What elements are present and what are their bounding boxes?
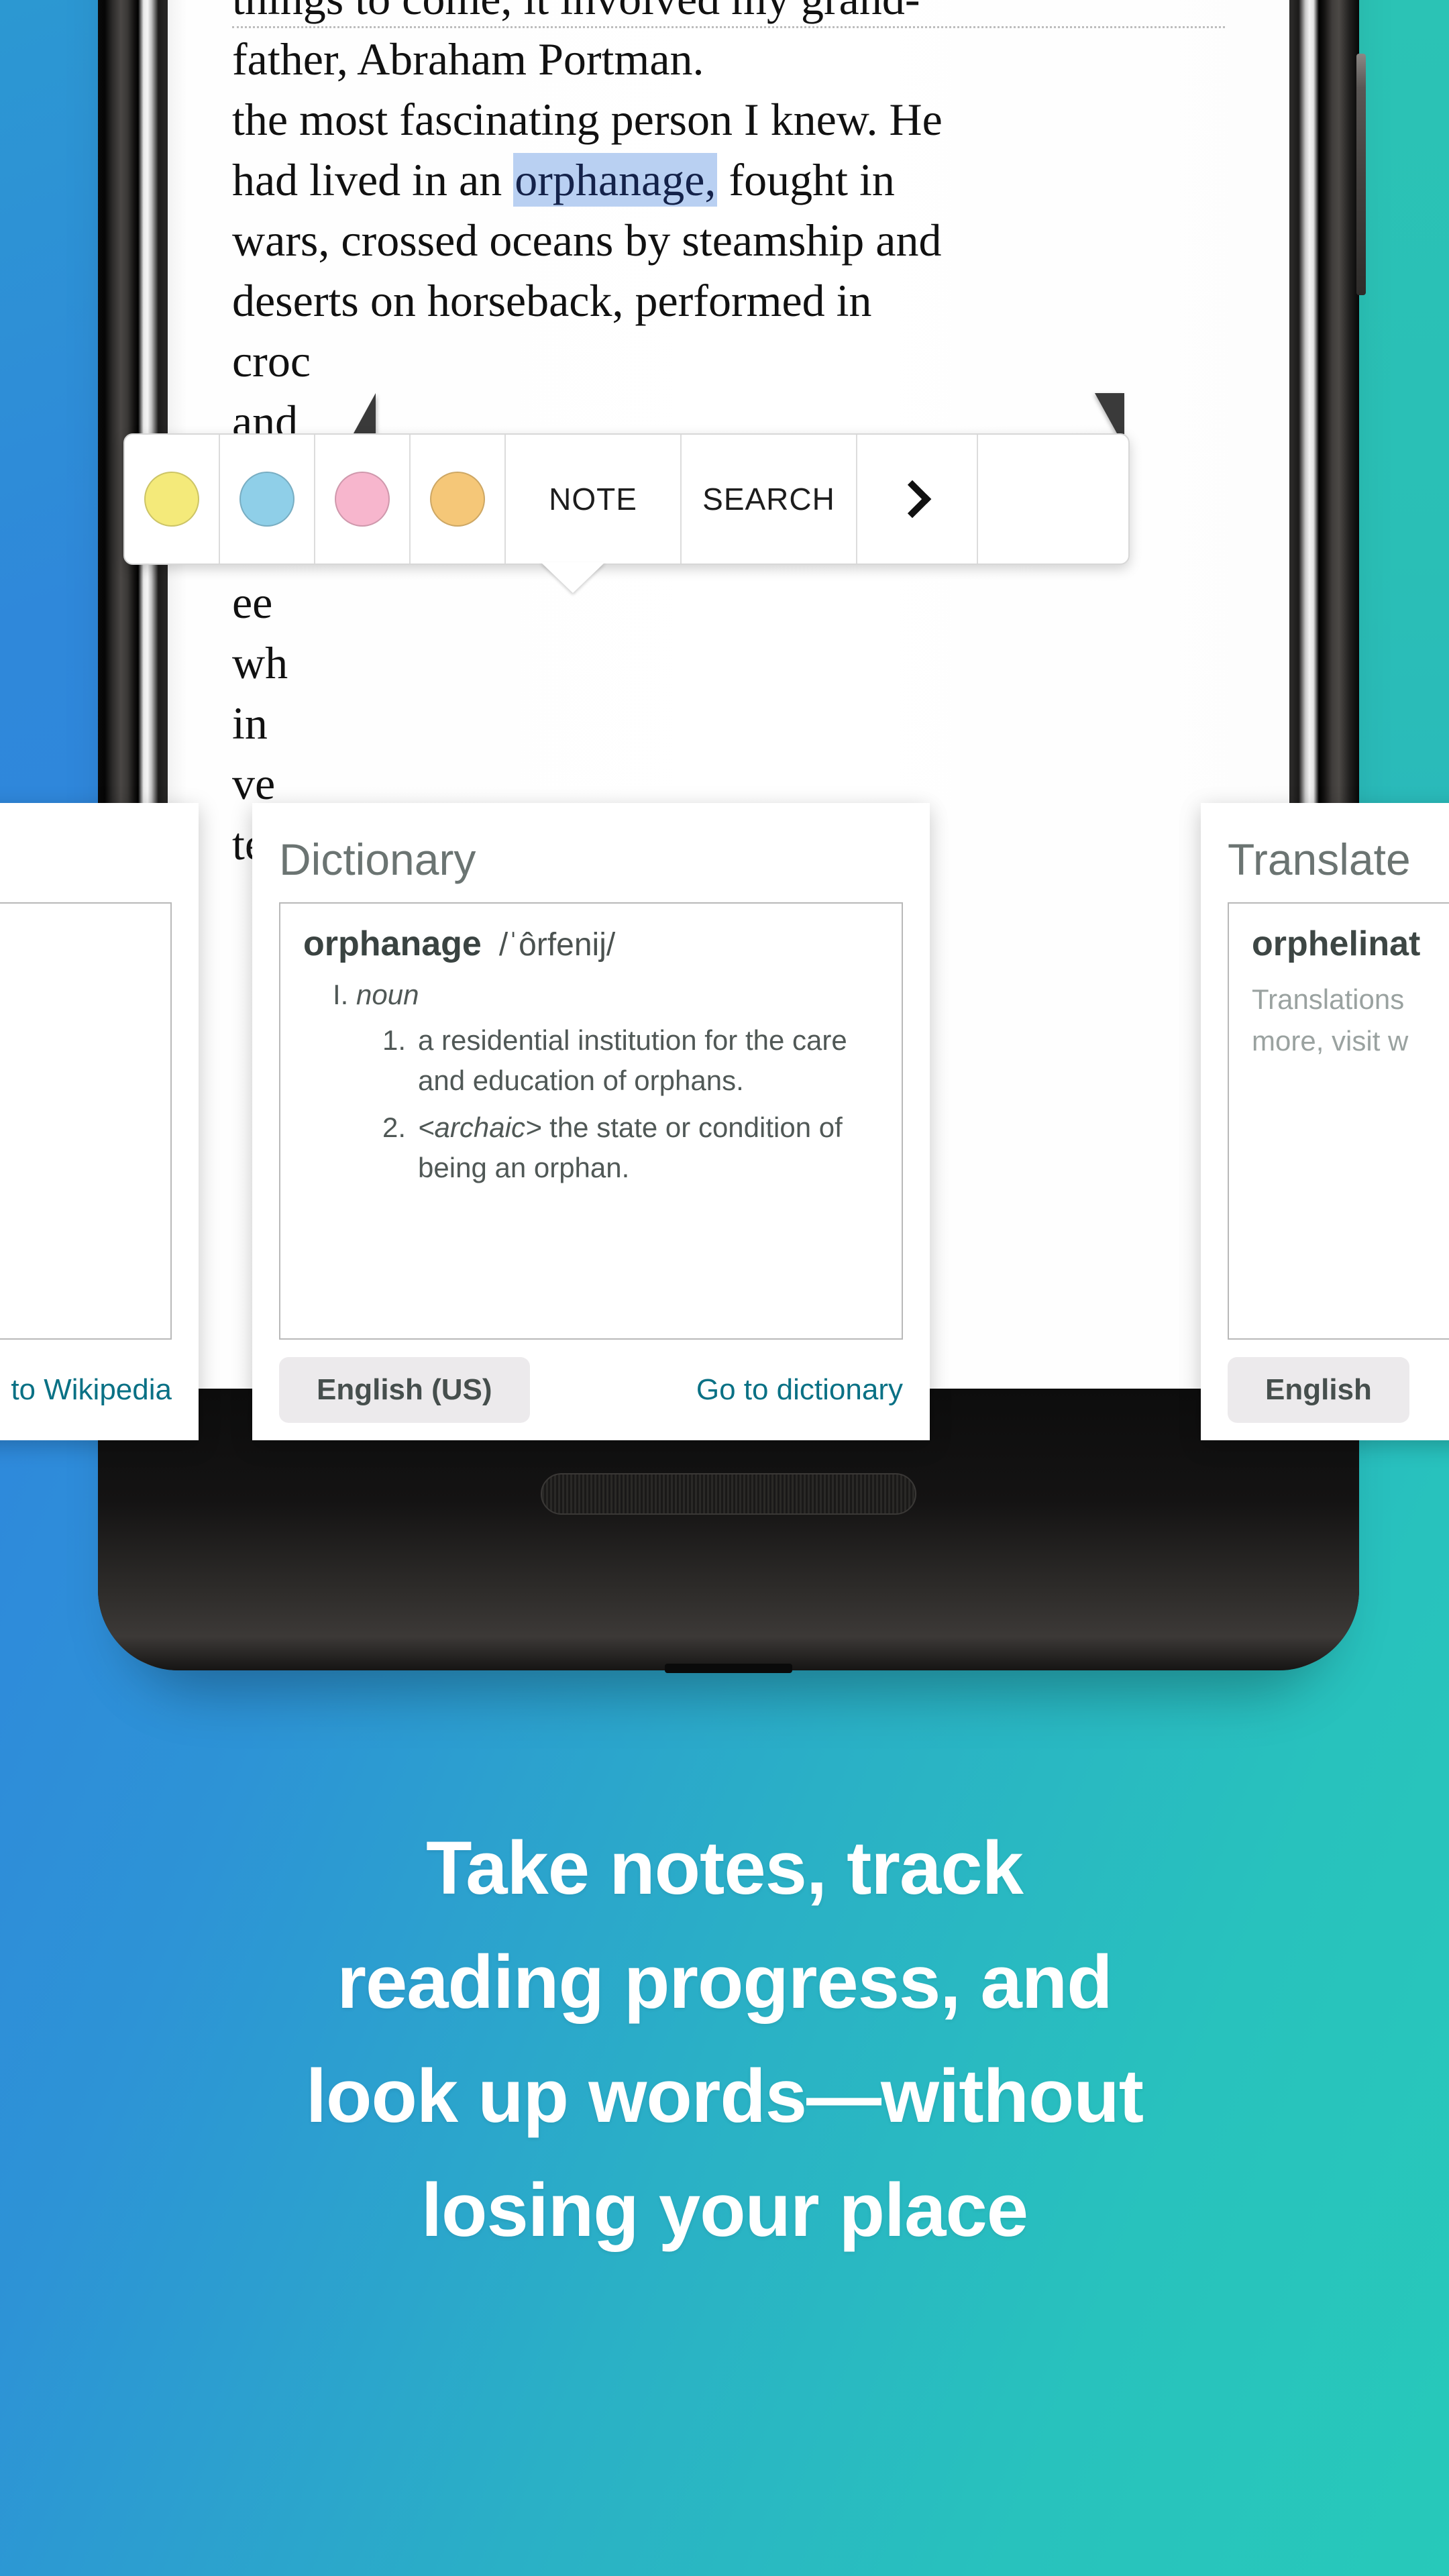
translate-lookup-card[interactable]: Translate orphelinat Translations more, … bbox=[1201, 803, 1449, 1440]
chevron-right-icon bbox=[893, 480, 932, 519]
search-button-label: SEARCH bbox=[702, 482, 835, 517]
wikipedia-paragraph-line: ion or group bbox=[0, 969, 148, 1015]
wikipedia-card-body: dential ion or group care of who, for t … bbox=[0, 902, 172, 1340]
book-line: wh bbox=[232, 637, 288, 688]
promo-caption-line: Take notes, track bbox=[426, 1826, 1024, 1910]
book-line: the most fascinating person I knew. He bbox=[232, 94, 943, 145]
definition-archaic-tag: <archaic> bbox=[418, 1112, 542, 1143]
search-button[interactable]: SEARCH bbox=[682, 435, 857, 564]
dictionary-lookup-card[interactable]: Dictionary orphanage /ˈôrfenij/ I. noun … bbox=[252, 803, 930, 1440]
wikipedia-paragraph-line: amilies. The bbox=[0, 1152, 148, 1197]
wikipedia-lookup-card[interactable]: Wikipedia dential ion or group care of w… bbox=[0, 803, 199, 1440]
highlight-action-toolbar[interactable]: NOTE SEARCH bbox=[123, 433, 1130, 593]
dictionary-card-footer: English (US) Go to dictionary bbox=[279, 1340, 903, 1440]
highlight-color-orange[interactable] bbox=[411, 435, 506, 564]
go-to-dictionary-link[interactable]: Go to dictionary bbox=[696, 1373, 903, 1407]
lookup-cards-carousel[interactable]: Wikipedia dential ion or group care of w… bbox=[0, 803, 1449, 1440]
translate-note-line: Translations bbox=[1252, 983, 1405, 1015]
dictionary-card-body[interactable]: orphanage /ˈôrfenij/ I. noun 1. a reside… bbox=[279, 902, 903, 1340]
translate-card-footer: English bbox=[1228, 1340, 1449, 1440]
note-button[interactable]: NOTE bbox=[506, 435, 682, 564]
definition-number: 1. bbox=[382, 1024, 407, 1056]
definition-text: <archaic> the state or condition of bein… bbox=[418, 1108, 879, 1188]
wikipedia-card-footer: to Wikipedia bbox=[0, 1340, 172, 1440]
translate-card-body: orphelinat Translations more, visit w bbox=[1228, 902, 1449, 1340]
dictionary-definition-item: 2. <archaic> the state or condition of b… bbox=[382, 1108, 879, 1188]
toolbar-pointer-tail bbox=[541, 562, 605, 593]
more-actions-button[interactable] bbox=[857, 435, 978, 564]
translate-language-chip[interactable]: English bbox=[1228, 1357, 1409, 1423]
highlight-color-yellow[interactable] bbox=[125, 435, 220, 564]
book-line-text: fought in bbox=[717, 154, 895, 205]
color-dot-orange bbox=[430, 472, 485, 527]
wikipedia-paragraph-line: t be cared bbox=[0, 1106, 148, 1152]
color-dot-blue bbox=[239, 472, 294, 527]
phone-speaker-grille bbox=[541, 1473, 916, 1515]
dictionary-headword: orphanage bbox=[303, 924, 482, 963]
translate-card-title: Translate bbox=[1228, 835, 1411, 884]
book-line: deserts on horseback, performed in bbox=[232, 275, 872, 326]
dictionary-definition-list: 1. a residential institution for the car… bbox=[382, 1020, 879, 1188]
book-line: ee bbox=[232, 577, 273, 628]
color-dot-yellow bbox=[144, 472, 199, 527]
dictionary-sense-number: I. bbox=[333, 979, 349, 1010]
promo-caption-line: losing your place bbox=[421, 2168, 1028, 2252]
book-line-text: had lived in an bbox=[232, 154, 514, 205]
promo-caption: Take notes, track reading progress, and … bbox=[0, 1811, 1449, 2267]
note-button-label: NOTE bbox=[549, 482, 637, 517]
book-line: in bbox=[232, 698, 268, 749]
dictionary-pos-text: noun bbox=[356, 979, 419, 1010]
book-line: croc bbox=[232, 335, 311, 386]
go-to-wikipedia-link[interactable]: to Wikipedia bbox=[11, 1373, 172, 1407]
dictionary-card-title: Dictionary bbox=[279, 835, 476, 884]
wikipedia-paragraph-line: care of bbox=[0, 1015, 148, 1061]
promo-caption-line: reading progress, and bbox=[337, 1940, 1112, 2024]
definition-number: 2. bbox=[382, 1112, 407, 1143]
wikipedia-paragraph: dential ion or group care of who, for t … bbox=[0, 924, 148, 1243]
translate-note-line: more, visit w bbox=[1252, 1025, 1409, 1057]
highlight-color-pink[interactable] bbox=[315, 435, 411, 564]
highlight-color-blue[interactable] bbox=[220, 435, 315, 564]
wikipedia-paragraph-line: who, for bbox=[0, 1061, 148, 1106]
definition-text: a residential institution for the care a… bbox=[418, 1024, 847, 1096]
dictionary-definition-item: 1. a residential institution for the car… bbox=[382, 1020, 879, 1101]
dictionary-language-chip[interactable]: English (US) bbox=[279, 1357, 530, 1423]
translate-word: orphelinat bbox=[1252, 924, 1421, 963]
book-line-selected: had lived in an orphanage, fought in bbox=[232, 149, 1225, 209]
promo-caption-line: look up words—without bbox=[305, 2054, 1144, 2138]
phone-bottom-notch bbox=[665, 1664, 792, 1673]
book-line: wars, crossed oceans by steamship and bbox=[232, 215, 942, 266]
dictionary-headword-row: orphanage /ˈôrfenij/ bbox=[303, 924, 879, 964]
color-dot-pink bbox=[335, 472, 390, 527]
dictionary-part-of-speech: I. noun bbox=[333, 979, 879, 1011]
selected-word[interactable]: orphanage, bbox=[513, 153, 718, 207]
phone-power-button[interactable] bbox=[1356, 54, 1366, 295]
wikipedia-paragraph-line: ed bbox=[0, 1197, 148, 1243]
wikipedia-paragraph-line: dential bbox=[0, 924, 148, 969]
book-line: father, Abraham Portman. bbox=[232, 34, 704, 85]
dictionary-phonetic: /ˈôrfenij/ bbox=[498, 927, 616, 963]
book-line: things to come, it involved my grand- bbox=[232, 0, 1225, 28]
